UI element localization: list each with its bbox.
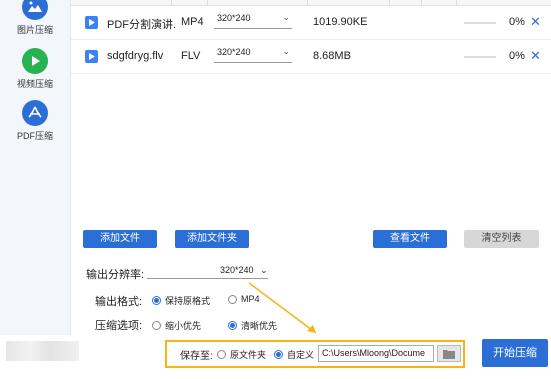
progress-text: 0%	[509, 50, 525, 62]
sidebar-item-pdf-compress[interactable]: PDF压缩	[0, 100, 70, 142]
radio-label: 缩小优先	[165, 321, 202, 331]
radio-icon	[152, 321, 161, 330]
chevron-down-icon: ⌄	[282, 12, 290, 22]
radio-label: MP4	[241, 294, 260, 304]
blurred-region	[6, 341, 79, 361]
table-row[interactable]: PDF分割演讲... MP4 320*240 ⌄ 1019.90KE 0% ✕	[71, 6, 551, 40]
main-panel: PDF分割演讲... MP4 320*240 ⌄ 1019.90KE 0% ✕ …	[70, 0, 551, 335]
resolution-value: 320*240	[220, 265, 254, 275]
pdf-icon	[22, 100, 48, 126]
save-option-original-folder[interactable]: 原文件夹	[217, 348, 266, 361]
file-size: 8.68MB	[313, 50, 351, 62]
chevron-down-icon: ⌄	[282, 46, 290, 56]
sidebar-item-label: 图片压缩	[16, 25, 53, 35]
add-folder-button[interactable]: 添加文件夹	[175, 230, 249, 248]
close-icon[interactable]: ✕	[530, 14, 541, 30]
close-icon[interactable]: ✕	[530, 48, 541, 64]
chevron-down-icon: ⌄	[260, 265, 268, 275]
start-compress-button[interactable]: 开始压缩	[482, 339, 548, 367]
resolution-value: 320*240	[217, 47, 251, 57]
format-option-original[interactable]: 保持原格式	[152, 294, 210, 307]
format-option-mp4[interactable]: MP4	[228, 294, 260, 304]
progress-bar	[464, 22, 496, 24]
compress-label: 压缩选项:	[95, 320, 143, 332]
video-file-icon	[85, 16, 98, 29]
progress-text: 0%	[509, 16, 525, 28]
view-file-button[interactable]: 查看文件	[373, 230, 447, 248]
resolution-select[interactable]: 320*240 ⌄	[214, 11, 292, 29]
compress-option-size[interactable]: 缩小优先	[152, 319, 201, 332]
file-format: MP4	[181, 16, 204, 28]
browse-folder-button[interactable]	[437, 345, 461, 362]
resolution-value: 320*240	[217, 13, 251, 23]
radio-icon	[152, 296, 161, 305]
sidebar-item-video-compress[interactable]: 视频压缩	[0, 48, 70, 90]
resolution-select[interactable]: 320*240 ⌄	[214, 45, 292, 63]
sidebar-item-label: 视频压缩	[16, 79, 53, 89]
compress-option-clarity[interactable]: 清晰优先	[228, 319, 277, 332]
save-path-input[interactable]: C:\Users\Mloong\Docume	[318, 345, 434, 362]
radio-label: 清晰优先	[241, 321, 278, 331]
play-icon	[22, 48, 48, 74]
save-label: 保存至:	[180, 351, 213, 362]
folder-icon	[443, 349, 455, 359]
clear-list-button[interactable]: 清空列表	[464, 230, 539, 248]
table-row[interactable]: sdgfdryg.flv FLV 320*240 ⌄ 8.68MB 0% ✕	[71, 40, 551, 74]
progress-bar	[464, 56, 496, 58]
radio-label: 自定义	[287, 350, 315, 360]
file-size: 1019.90KE	[313, 16, 368, 28]
format-label: 输出格式:	[95, 296, 143, 308]
radio-label: 原文件夹	[230, 350, 267, 360]
radio-label: 保持原格式	[165, 296, 211, 306]
save-option-custom[interactable]: 自定义	[274, 348, 314, 361]
resolution-label: 输出分辨率:	[86, 269, 145, 281]
radio-icon	[228, 294, 237, 304]
radio-icon	[228, 321, 237, 330]
video-file-icon	[85, 50, 98, 63]
file-name: sdgfdryg.flv	[107, 50, 164, 62]
sidebar: 图片压缩 视频压缩 PDF压缩	[0, 0, 70, 335]
file-name: PDF分割演讲...	[107, 19, 177, 31]
add-file-button[interactable]: 添加文件	[83, 230, 157, 248]
image-icon	[22, 0, 48, 20]
sidebar-item-label: PDF压缩	[16, 131, 53, 141]
sidebar-item-image-compress[interactable]: 图片压缩	[0, 0, 70, 36]
output-resolution-select[interactable]: 320*240 ⌄	[147, 265, 268, 279]
file-format: FLV	[181, 50, 201, 62]
radio-icon	[274, 350, 283, 359]
radio-icon	[217, 350, 226, 359]
